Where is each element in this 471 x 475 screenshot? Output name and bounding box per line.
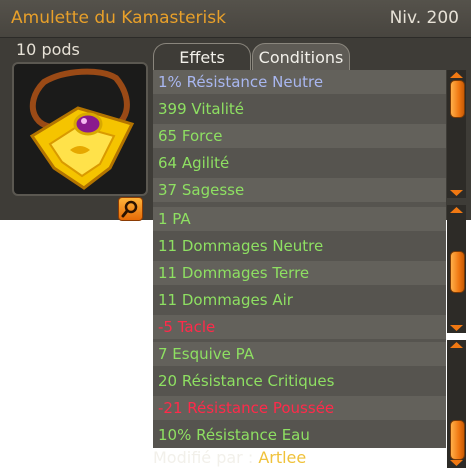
- effect-row: 20 Résistance Critiques: [158, 372, 335, 390]
- scroll-down-arrow-icon[interactable]: [449, 324, 464, 332]
- effect-row: 65 Force: [153, 124, 446, 148]
- scroll-down-arrow-icon[interactable]: [449, 189, 464, 197]
- effect-row: -5 Tacle: [153, 315, 446, 339]
- scroll-up-arrow-icon[interactable]: [449, 341, 464, 349]
- item-portrait: [12, 62, 148, 196]
- scrollbar-1[interactable]: [447, 70, 466, 198]
- effect-row: 399 Vitalité: [158, 100, 245, 118]
- modified-by-author: Artlee: [258, 448, 307, 467]
- modified-by: Modifié par : Artlee: [153, 448, 306, 474]
- scrollbar-3[interactable]: [447, 340, 466, 468]
- amulet-icon: [29, 68, 135, 190]
- effect-row: 1% Résistance Neutre: [153, 70, 446, 94]
- effect-row: 11 Dommages Neutre: [158, 237, 324, 255]
- modified-by-label: Modifié par :: [153, 448, 259, 467]
- item-weight: 10 pods: [16, 40, 80, 59]
- scrollbar-thumb[interactable]: [450, 420, 465, 460]
- scrollbar-thumb[interactable]: [450, 80, 465, 118]
- scrollbar-2[interactable]: [447, 205, 466, 333]
- effect-row: 7 Esquive PA: [153, 342, 446, 366]
- effect-row: 10% Résistance Eau: [158, 426, 310, 444]
- effect-row: 11 Dommages Terre: [153, 261, 446, 285]
- item-name: Amulette du Kamasterisk: [11, 8, 226, 28]
- effect-row: 37 Sagesse: [153, 178, 446, 202]
- effects-panel-1: 1% Résistance Neutre 399 Vitalité 65 For…: [153, 70, 446, 205]
- effects-panel-3: 7 Esquive PA 20 Résistance Critiques -21…: [153, 340, 446, 448]
- effect-row: 1 PA: [153, 207, 446, 231]
- effect-row: -21 Résistance Poussée: [153, 396, 446, 420]
- magnifier-icon: [121, 200, 138, 218]
- scroll-down-arrow-icon[interactable]: [449, 459, 464, 467]
- title-bar: Amulette du Kamasterisk Niv. 200: [0, 0, 471, 38]
- scroll-up-arrow-icon[interactable]: [449, 71, 464, 79]
- effect-row: 64 Agilité: [158, 154, 230, 172]
- zoom-button[interactable]: [118, 197, 143, 221]
- effects-panel-2: 1 PA 11 Dommages Neutre 11 Dommages Terr…: [153, 205, 446, 340]
- scrollbar-thumb[interactable]: [450, 251, 465, 293]
- item-level: Niv. 200: [389, 8, 459, 28]
- scroll-up-arrow-icon[interactable]: [449, 206, 464, 214]
- effect-row: 11 Dommages Air: [158, 291, 293, 309]
